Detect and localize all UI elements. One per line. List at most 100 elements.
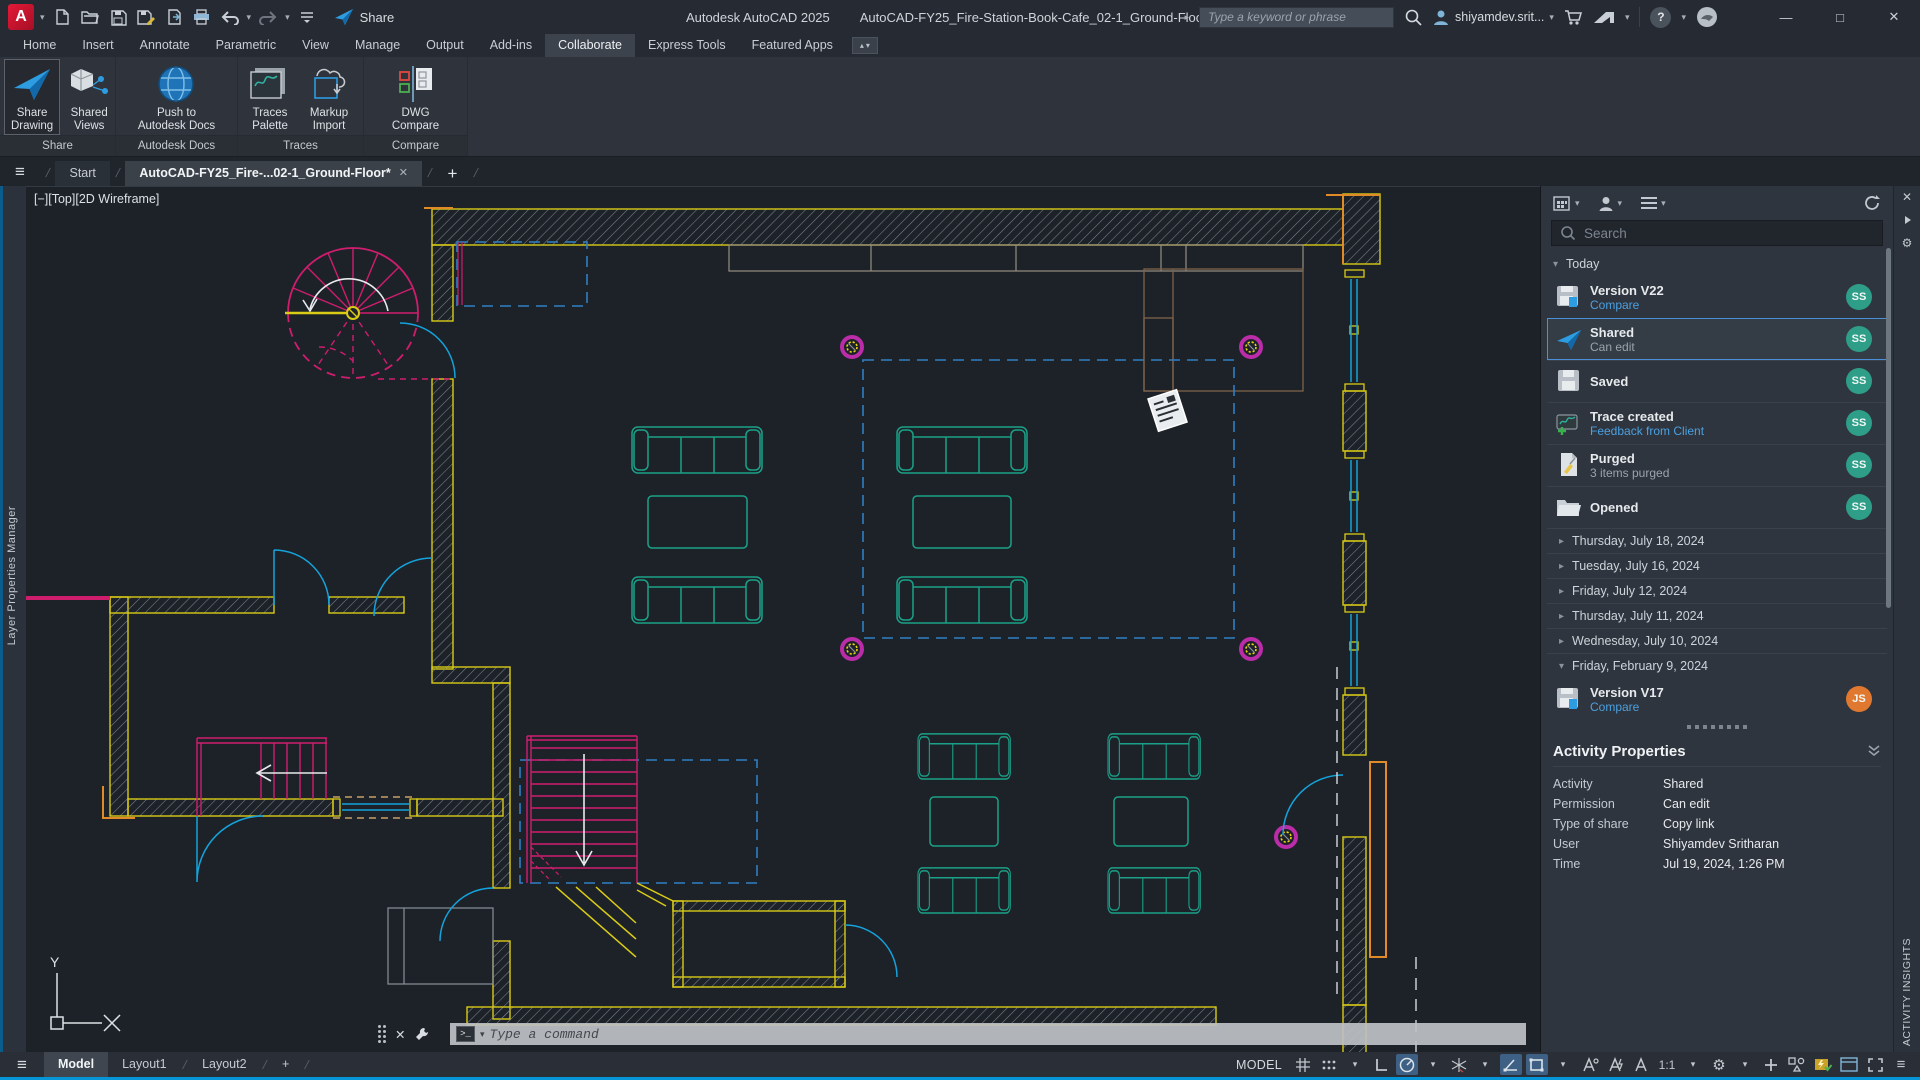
- isolate-objects-icon[interactable]: [1786, 1054, 1808, 1075]
- print-icon[interactable]: [191, 6, 213, 28]
- share-button[interactable]: Share: [334, 8, 395, 26]
- collapse-properties-icon[interactable]: [1867, 744, 1881, 758]
- customize-wrench-icon[interactable]: [414, 1026, 430, 1042]
- tab-featured-apps[interactable]: Featured Apps: [739, 34, 846, 57]
- new-layout-button[interactable]: +: [268, 1052, 303, 1077]
- group-date-2[interactable]: ▸Friday, July 12, 2024: [1547, 578, 1887, 603]
- tab-collaborate[interactable]: Collaborate: [545, 34, 635, 57]
- new-drawing-tab-button[interactable]: +: [438, 161, 468, 186]
- command-close-icon[interactable]: ✕: [395, 1027, 405, 1042]
- group-date-0[interactable]: ▸Thursday, July 18, 2024: [1547, 528, 1887, 553]
- ortho-toggle[interactable]: [1370, 1054, 1392, 1075]
- tab-view[interactable]: View: [289, 34, 342, 57]
- snap-mode-toggle[interactable]: [1318, 1054, 1340, 1075]
- object-snap-toggle[interactable]: [1526, 1054, 1548, 1075]
- store-cart-icon[interactable]: [1564, 9, 1583, 26]
- annotation-scale-icon[interactable]: [1630, 1054, 1652, 1075]
- annotation-visibility-toggle[interactable]: [1578, 1054, 1600, 1075]
- undo-caret-icon[interactable]: ▾: [247, 13, 252, 22]
- workspace-settings-icon[interactable]: ⚙: [1708, 1054, 1730, 1075]
- tab-insert[interactable]: Insert: [69, 34, 126, 57]
- scale-value[interactable]: 1:1: [1656, 1054, 1678, 1075]
- assistant-icon[interactable]: [1696, 6, 1718, 28]
- annotation-monitor-icon[interactable]: [1760, 1054, 1782, 1075]
- maximize-button[interactable]: □: [1818, 0, 1862, 34]
- minimize-button[interactable]: —: [1764, 0, 1808, 34]
- polar-tracking-toggle[interactable]: [1396, 1054, 1418, 1075]
- close-palette-icon[interactable]: ✕: [1902, 190, 1912, 204]
- help-icon[interactable]: ?: [1650, 7, 1671, 28]
- panel-scrollbar[interactable]: [1886, 248, 1891, 608]
- drag-grip-icon[interactable]: [378, 1025, 386, 1043]
- app-menu-caret-icon[interactable]: ▾: [40, 13, 45, 22]
- model-tab[interactable]: Model: [44, 1052, 108, 1077]
- redo-caret-icon[interactable]: ▾: [285, 13, 290, 22]
- layout2-tab[interactable]: Layout2: [188, 1052, 260, 1077]
- file-tab-close-icon[interactable]: ✕: [399, 161, 408, 186]
- dwg-compare-button[interactable]: DWG Compare: [385, 59, 446, 135]
- open-folder-icon[interactable]: [79, 6, 101, 28]
- user-filter-button[interactable]: ▾: [1598, 195, 1623, 212]
- tab-express-tools[interactable]: Express Tools: [635, 34, 739, 57]
- activity-search-input[interactable]: Search: [1551, 220, 1883, 246]
- share-drawing-button[interactable]: Share Drawing: [4, 59, 60, 135]
- qat-customize-icon[interactable]: [296, 6, 318, 28]
- tab-manage[interactable]: Manage: [342, 34, 413, 57]
- fullscreen-icon[interactable]: [1864, 1054, 1886, 1075]
- panel-label-autodesk-docs[interactable]: Autodesk Docs: [116, 135, 237, 156]
- panel-label-traces[interactable]: Traces: [238, 135, 363, 156]
- tab-parametric[interactable]: Parametric: [203, 34, 289, 57]
- isodraft-toggle[interactable]: [1448, 1054, 1470, 1075]
- trace-link[interactable]: Feedback from Client: [1590, 424, 1846, 438]
- ribbon-collapse-button[interactable]: ▴▾: [852, 37, 878, 54]
- panel-label-compare[interactable]: Compare: [364, 135, 467, 156]
- compare-link[interactable]: Compare: [1590, 700, 1846, 714]
- activity-item-version-v17[interactable]: Version V17Compare JS: [1547, 678, 1887, 720]
- close-button[interactable]: ✕: [1872, 0, 1916, 34]
- layout-menu-icon[interactable]: ≡: [0, 1055, 44, 1075]
- push-to-autodesk-docs-button[interactable]: Push to Autodesk Docs: [131, 59, 222, 135]
- autodesk-caret-icon[interactable]: ▾: [1625, 13, 1630, 22]
- shared-views-button[interactable]: Shared Views: [62, 59, 116, 135]
- activity-insights-title-bar[interactable]: ✕ ⚙ ACTIVITY INSIGHTS: [1893, 186, 1920, 1052]
- keyword-search-input[interactable]: Type a keyword or phrase: [1199, 7, 1394, 28]
- polar-caret-icon[interactable]: ▾: [1422, 1054, 1444, 1075]
- signed-in-user[interactable]: shiyamdev.srit... ▾: [1432, 8, 1554, 26]
- save-icon[interactable]: [107, 6, 129, 28]
- tab-output[interactable]: Output: [413, 34, 477, 57]
- autocad-app-icon[interactable]: A: [8, 4, 34, 30]
- date-filter-button[interactable]: ▾: [1553, 195, 1580, 212]
- file-tab-start[interactable]: Start: [55, 161, 109, 186]
- autodesk-logo-icon[interactable]: [1593, 10, 1615, 25]
- compare-link[interactable]: Compare: [1590, 298, 1846, 312]
- model-space-badge[interactable]: MODEL: [1236, 1058, 1282, 1072]
- redo-icon[interactable]: [257, 6, 279, 28]
- group-date-1[interactable]: ▸Tuesday, July 16, 2024: [1547, 553, 1887, 578]
- graphics-performance-icon[interactable]: [1812, 1054, 1834, 1075]
- autoscale-toggle[interactable]: [1604, 1054, 1626, 1075]
- activity-item-version-v22[interactable]: Version V22Compare SS: [1547, 276, 1887, 318]
- clean-screen-icon[interactable]: [1838, 1054, 1860, 1075]
- grid-display-toggle[interactable]: [1292, 1054, 1314, 1075]
- activity-item-opened[interactable]: Opened SS: [1547, 486, 1887, 528]
- object-snap-tracking-toggle[interactable]: [1500, 1054, 1522, 1075]
- search-collapse-icon[interactable]: ▸: [1185, 13, 1190, 22]
- help-caret-icon[interactable]: ▾: [1681, 13, 1686, 22]
- export-icon[interactable]: [163, 6, 185, 28]
- group-date-4[interactable]: ▸Wednesday, July 10, 2024: [1547, 628, 1887, 653]
- new-file-icon[interactable]: [51, 6, 73, 28]
- scale-caret-icon[interactable]: ▾: [1682, 1054, 1704, 1075]
- palette-settings-icon[interactable]: ⚙: [1902, 236, 1913, 250]
- search-icon[interactable]: [1404, 8, 1422, 26]
- recent-commands-caret-icon[interactable]: ▾: [480, 1029, 485, 1040]
- undo-icon[interactable]: [219, 6, 241, 28]
- group-date-feb9[interactable]: ▾Friday, February 9, 2024: [1547, 653, 1887, 678]
- snap-caret-icon[interactable]: ▾: [1344, 1054, 1366, 1075]
- osnap-caret-icon[interactable]: ▾: [1552, 1054, 1574, 1075]
- drawing-canvas[interactable]: [−][Top][2D Wireframe]: [26, 186, 1540, 1052]
- activity-item-shared[interactable]: SharedCan edit SS: [1547, 318, 1887, 360]
- activity-item-trace-created[interactable]: Trace createdFeedback from Client SS: [1547, 402, 1887, 444]
- tab-home[interactable]: Home: [10, 34, 69, 57]
- command-input[interactable]: >_ ▾ Type a command: [450, 1023, 1526, 1045]
- refresh-button[interactable]: [1863, 194, 1881, 212]
